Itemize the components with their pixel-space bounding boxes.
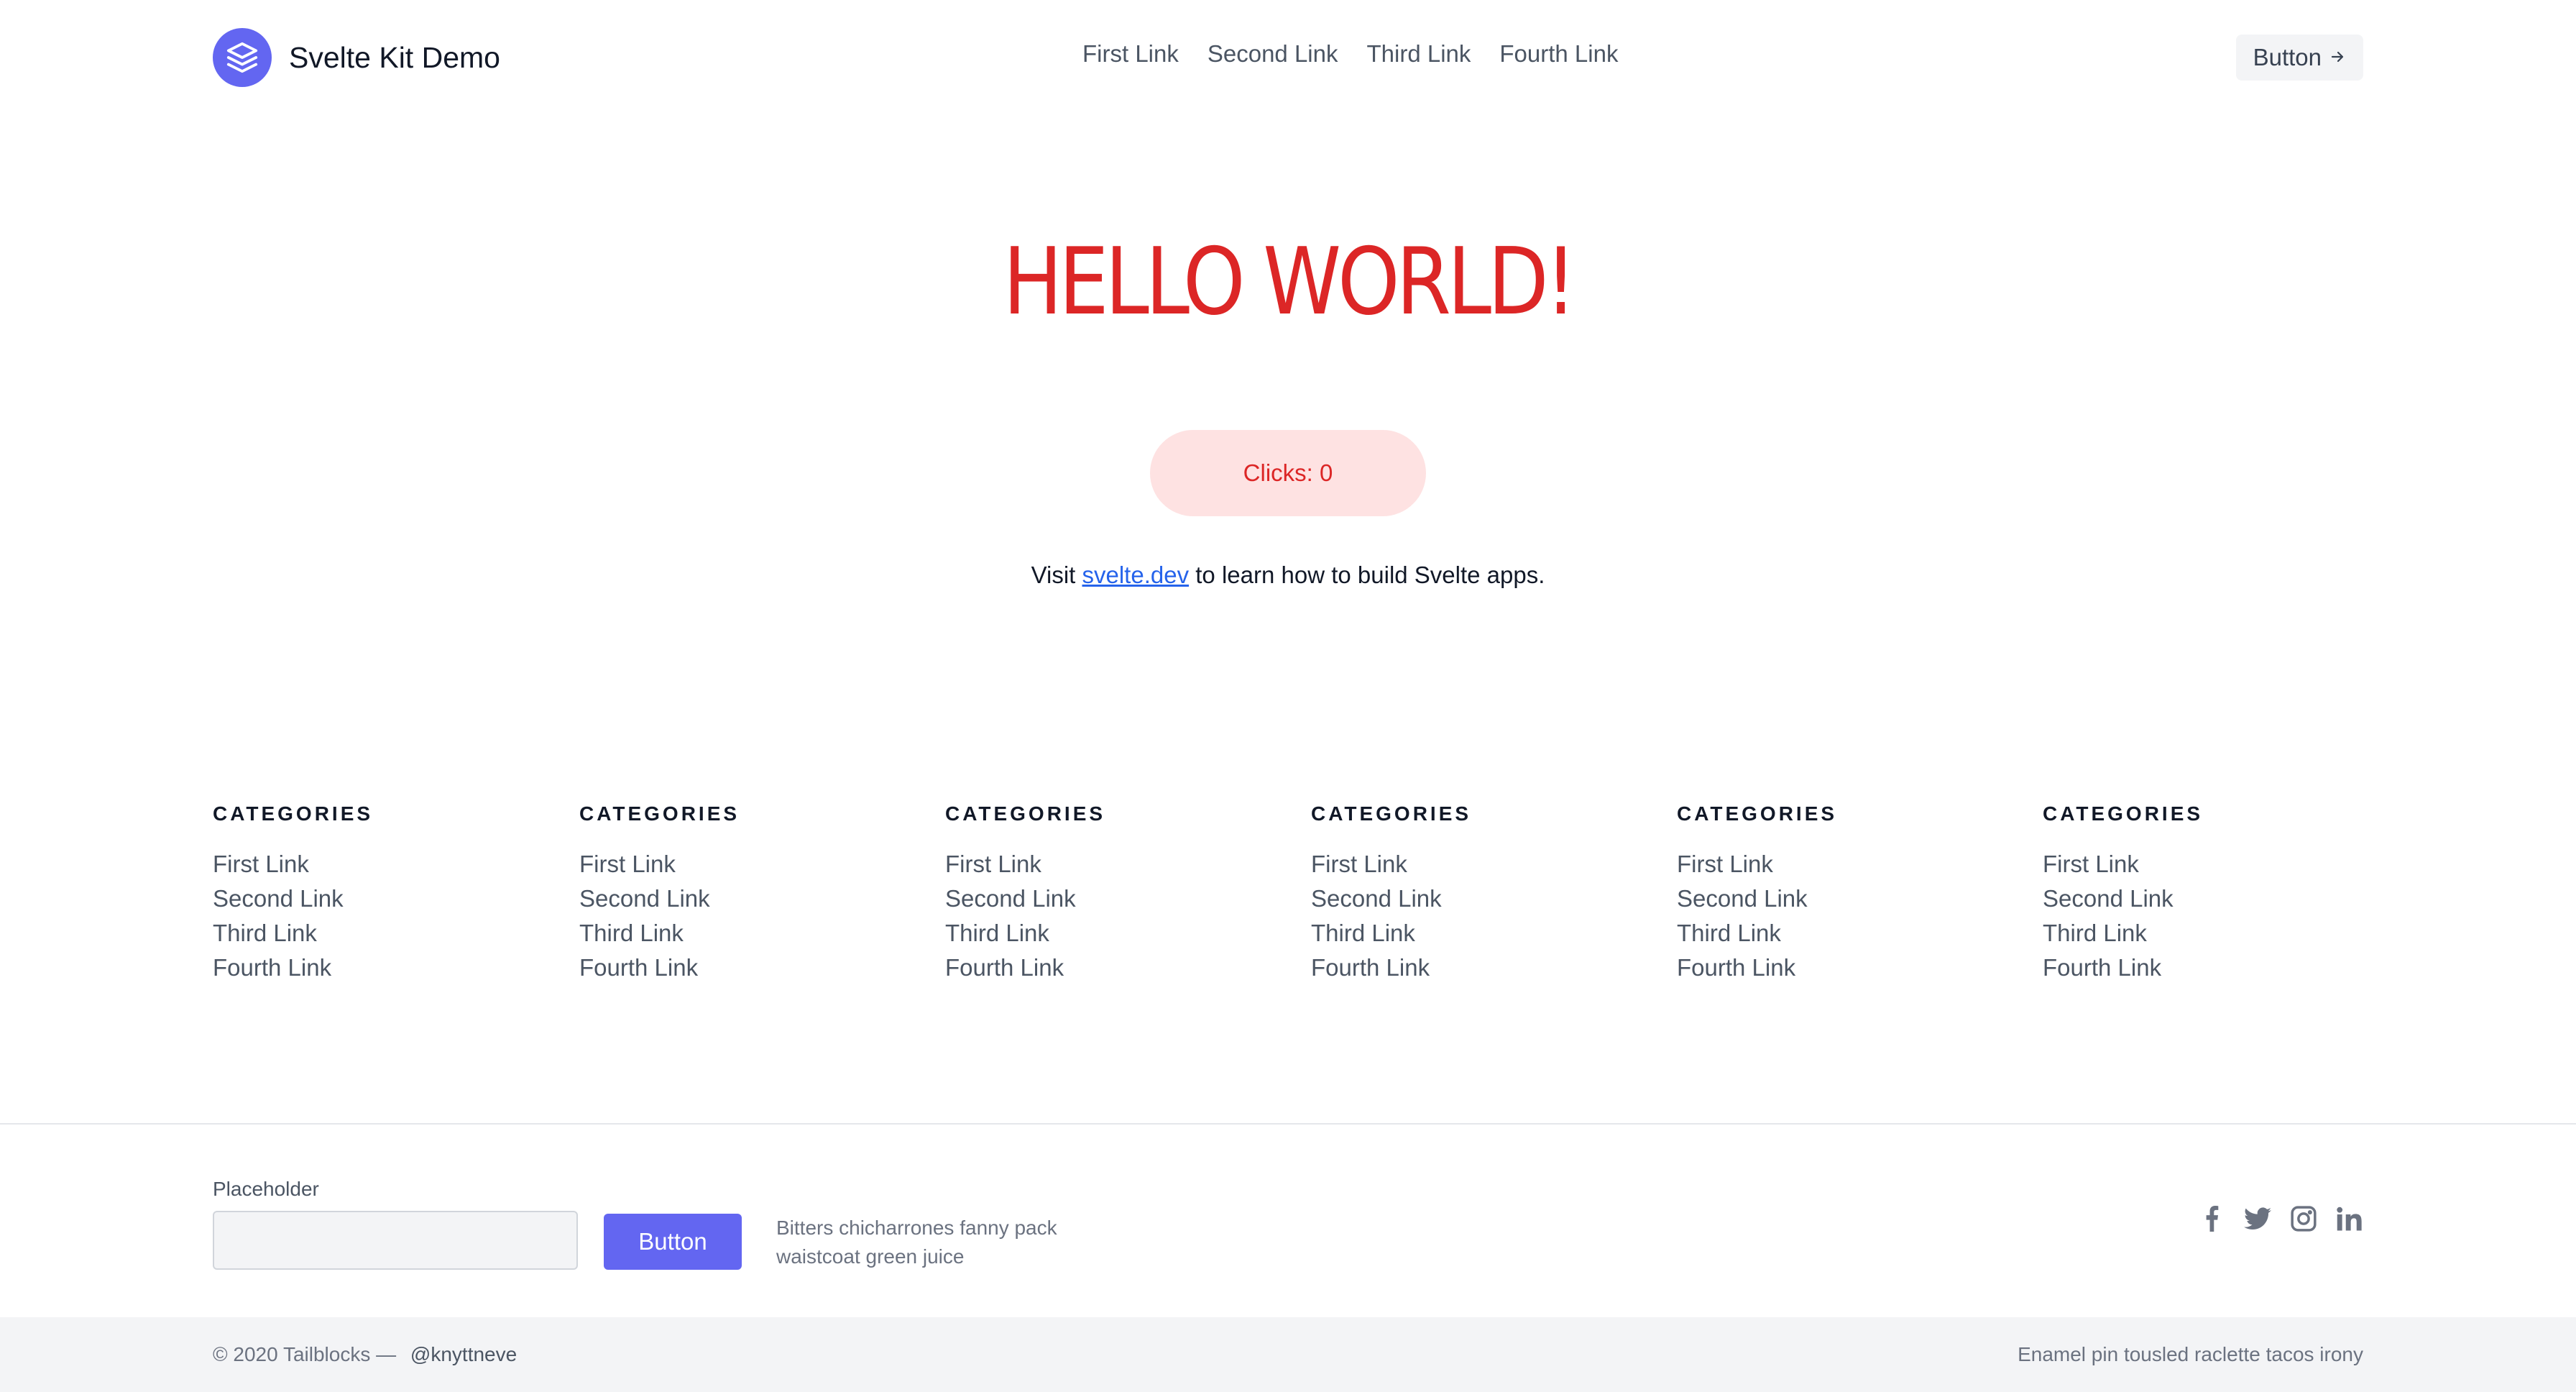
category-links: First Link Second Link Third Link Fourth… [579,847,924,985]
main-nav: First Link Second Link Third Link Fourth… [1082,40,1618,68]
category-link-fourth[interactable]: Fourth Link [1677,951,2022,985]
category-link-third[interactable]: Third Link [1311,916,1656,951]
instagram-icon[interactable] [2290,1205,2317,1232]
category-links: First Link Second Link Third Link Fourth… [1311,847,1656,985]
arrow-right-icon [2329,44,2346,71]
category-links: First Link Second Link Third Link Fourth… [945,847,1290,985]
brand-title: Svelte Kit Demo [289,40,500,74]
stack-logo-icon [213,28,272,87]
subscribe-input[interactable] [213,1211,578,1270]
category-link-first[interactable]: First Link [945,847,1290,882]
facebook-icon[interactable] [2198,1205,2225,1232]
category-link-second[interactable]: Second Link [1677,882,2022,916]
footer-tagline: Enamel pin tousled raclette tacos irony [2018,1343,2363,1365]
category-link-third[interactable]: Third Link [1677,916,2022,951]
brand[interactable]: Svelte Kit Demo [213,28,500,87]
visit-prefix: Visit [1031,562,1076,588]
category-heading: CATEGORIES [579,802,740,825]
linkedin-icon[interactable] [2336,1205,2363,1232]
category-column: CATEGORIES First Link Second Link Third … [213,802,558,985]
category-link-fourth[interactable]: Fourth Link [945,951,1290,985]
footer-categories: CATEGORIES First Link Second Link Third … [213,802,2369,989]
hero-title-text: HELLO WORLD! [1003,229,1577,336]
category-link-third[interactable]: Third Link [2043,916,2388,951]
header-button[interactable]: Button [2235,35,2363,81]
category-link-second[interactable]: Second Link [2043,882,2388,916]
category-link-fourth[interactable]: Fourth Link [2043,951,2388,985]
category-column: CATEGORIES First Link Second Link Third … [2043,802,2388,985]
category-link-third[interactable]: Third Link [945,916,1290,951]
category-heading: CATEGORIES [2043,802,2204,825]
category-heading: CATEGORIES [945,802,1106,825]
category-link-second[interactable]: Second Link [1311,882,1656,916]
category-column: CATEGORIES First Link Second Link Third … [579,802,924,985]
bottom-bar: © 2020 Tailblocks — @knyttneve Enamel pi… [0,1317,2576,1392]
nav-fourth-link[interactable]: Fourth Link [1499,40,1618,68]
category-column: CATEGORIES First Link Second Link Third … [945,802,1290,985]
nav-third-link[interactable]: Third Link [1367,40,1471,68]
nav-first-link[interactable]: First Link [1082,40,1179,68]
visit-suffix: to learn how to build Svelte apps. [1195,562,1545,588]
clicks-counter-button[interactable]: Clicks: 0 [1150,430,1426,516]
svelte-dev-link[interactable]: svelte.dev [1082,562,1190,588]
twitter-icon[interactable] [2244,1205,2271,1232]
subscribe-button[interactable]: Button [604,1214,742,1270]
category-link-first[interactable]: First Link [213,847,558,882]
category-link-third[interactable]: Third Link [579,916,924,951]
header-button-label: Button [2253,44,2322,70]
category-link-fourth[interactable]: Fourth Link [1311,951,1656,985]
category-link-second[interactable]: Second Link [945,882,1290,916]
subscribe-label: Placeholder [213,1178,319,1200]
category-links: First Link Second Link Third Link Fourth… [1677,847,2022,985]
category-link-fourth[interactable]: Fourth Link [579,951,924,985]
category-column: CATEGORIES First Link Second Link Third … [1311,802,1656,985]
category-link-first[interactable]: First Link [1677,847,2022,882]
category-heading: CATEGORIES [1311,802,1472,825]
category-heading: CATEGORIES [1677,802,1838,825]
nav-second-link[interactable]: Second Link [1208,40,1338,68]
social-links [2198,1205,2363,1232]
site-header: Svelte Kit Demo First Link Second Link T… [0,0,2576,115]
author-handle-link[interactable]: @knyttneve [410,1343,517,1365]
category-heading: CATEGORIES [213,802,374,825]
category-links: First Link Second Link Third Link Fourth… [213,847,558,985]
subscribe-description: Bitters chicharrones fanny pack waistcoa… [776,1217,1057,1268]
copyright-text: © 2020 Tailblocks — [213,1343,397,1365]
category-column: CATEGORIES First Link Second Link Third … [1677,802,2022,985]
category-link-fourth[interactable]: Fourth Link [213,951,558,985]
copyright: © 2020 Tailblocks — @knyttneve [213,1343,517,1366]
category-link-first[interactable]: First Link [2043,847,2388,882]
category-link-first[interactable]: First Link [1311,847,1656,882]
category-links: First Link Second Link Third Link Fourth… [2043,847,2388,985]
hero-title: HELLO WORLD! [0,229,2576,336]
category-link-third[interactable]: Third Link [213,916,558,951]
visit-text: Visit svelte.dev to learn how to build S… [0,562,2576,589]
category-link-second[interactable]: Second Link [213,882,558,916]
category-link-second[interactable]: Second Link [579,882,924,916]
category-link-first[interactable]: First Link [579,847,924,882]
footer-divider [0,1123,2576,1125]
